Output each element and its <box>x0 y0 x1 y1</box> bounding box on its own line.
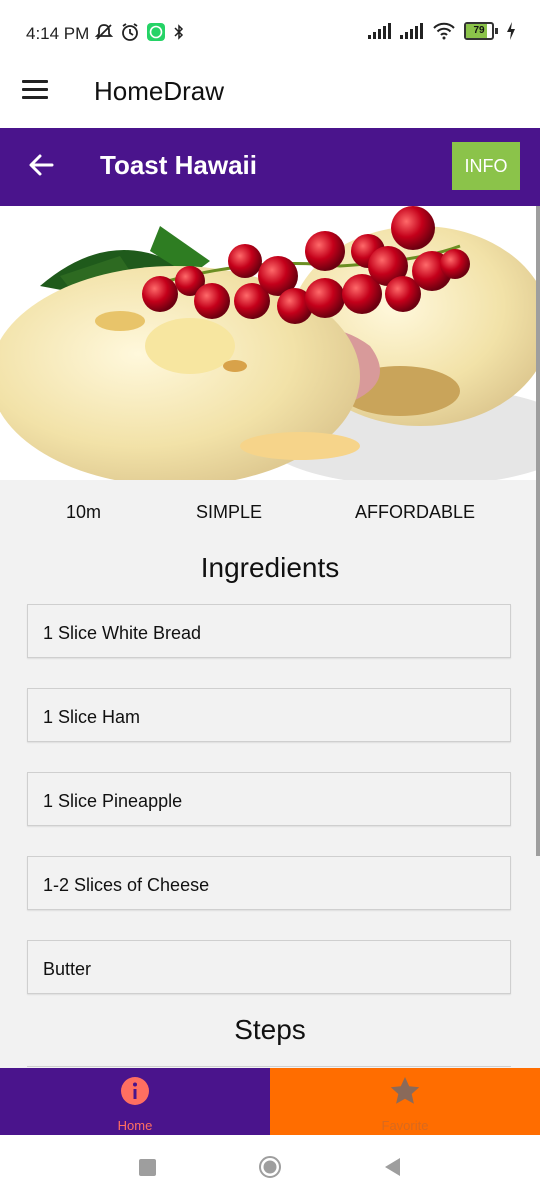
star-icon <box>390 1077 420 1104</box>
recipe-title: Toast Hawaii <box>100 150 258 180</box>
battery-level: 79 <box>473 25 485 36</box>
ingredients-title: Ingredients <box>200 552 340 583</box>
wifi-icon <box>433 22 455 40</box>
home-button[interactable] <box>258 1155 282 1179</box>
ingredient-item: Butter <box>27 940 511 994</box>
bluetooth-icon <box>174 24 184 40</box>
recent-apps-button[interactable] <box>139 1159 156 1176</box>
mute-icon <box>94 24 114 40</box>
whatsapp-icon <box>147 23 165 41</box>
steps-title: Steps <box>234 1014 306 1045</box>
status-left-icons <box>94 22 186 42</box>
info-button[interactable]: INFO <box>452 142 520 190</box>
alarm-icon <box>122 23 138 41</box>
recipe-header: Toast Hawaii INFO <box>0 128 540 206</box>
nav-favorite-label: Favorite <box>381 1118 429 1133</box>
back-button[interactable] <box>383 1157 401 1177</box>
ingredient-item: 1-2 Slices of Cheese <box>27 856 511 910</box>
menu-icon[interactable] <box>22 80 48 100</box>
app-title: HomeDraw <box>94 76 225 106</box>
signal-icon <box>400 23 423 39</box>
charging-icon <box>507 22 515 40</box>
status-right-icons: 79 <box>368 22 516 40</box>
info-icon <box>121 1077 149 1105</box>
bottom-navigation: Home Favorite <box>0 1068 540 1135</box>
system-navigation-bar <box>0 1135 540 1200</box>
ingredient-item: 1 Slice Pineapple <box>27 772 511 826</box>
recipe-image <box>0 206 540 480</box>
ingredient-item: 1 Slice Ham <box>27 688 511 742</box>
nav-home-tab[interactable]: Home <box>0 1068 270 1135</box>
app-bar: HomeDraw <box>0 64 540 128</box>
status-time: 4:14 PM <box>26 24 90 43</box>
scrollbar[interactable] <box>536 206 540 856</box>
complexity-label: SIMPLE <box>196 502 263 522</box>
battery-icon: 79 <box>464 22 498 40</box>
affordability-label: AFFORDABLE <box>355 502 476 522</box>
back-arrow-icon[interactable] <box>26 150 56 180</box>
recipe-meta: 10m SIMPLE AFFORDABLE <box>0 502 540 532</box>
duration-label: 10m <box>66 502 102 522</box>
signal-icon <box>368 23 391 39</box>
status-bar: 4:14 PM 79 <box>0 0 540 64</box>
nav-favorite-tab[interactable]: Favorite <box>270 1068 540 1135</box>
nav-home-label: Home <box>117 1118 153 1133</box>
ingredient-item: 1 Slice White Bread <box>27 604 511 658</box>
